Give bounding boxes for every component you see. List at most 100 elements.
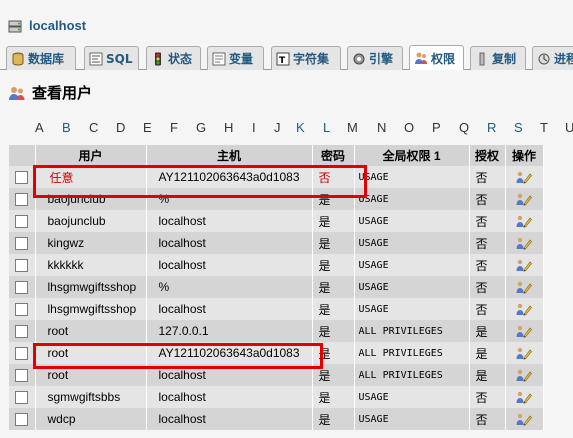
row-select-cell: [9, 386, 36, 408]
edit-privileges-icon[interactable]: [516, 214, 532, 228]
tab-charsets[interactable]: T 字符集: [271, 46, 341, 70]
edit-privileges-icon[interactable]: [516, 346, 532, 360]
action-cell: [505, 232, 544, 254]
host-cell: localhost: [146, 298, 313, 320]
row-checkbox[interactable]: [15, 325, 29, 339]
tab-variables[interactable]: 变量: [207, 46, 264, 70]
action-cell: [505, 210, 544, 232]
tab-processes[interactable]: 进程: [532, 46, 573, 70]
server-icon: [8, 20, 22, 33]
svg-text:T: T: [279, 56, 286, 66]
letter-b-link[interactable]: B: [62, 120, 71, 135]
password-cell: 是: [312, 298, 355, 320]
host-cell: localhost: [146, 232, 313, 254]
edit-privileges-icon[interactable]: [516, 302, 532, 316]
grant-cell: 是: [469, 342, 506, 364]
letter-i: I: [252, 120, 256, 135]
top-tabs: 数据库 SQL 状态 变量 T 字符集 引擎 权限 复制 进程: [0, 44, 573, 70]
user-cell: kingwz: [35, 232, 147, 254]
letter-p: P: [432, 120, 441, 135]
letter-l-link[interactable]: L: [323, 120, 330, 135]
row-checkbox[interactable]: [15, 259, 29, 273]
edit-privileges-icon[interactable]: [516, 170, 532, 184]
edit-privileges-icon[interactable]: [516, 368, 532, 382]
grant-cell: 否: [469, 298, 506, 320]
letter-k-link[interactable]: K: [296, 120, 305, 135]
grant-cell: 否: [469, 386, 506, 408]
row-select-cell: [9, 210, 36, 232]
edit-privileges-icon[interactable]: [516, 236, 532, 250]
action-cell: [505, 364, 544, 386]
row-checkbox[interactable]: [15, 303, 29, 317]
row-checkbox[interactable]: [15, 215, 29, 229]
table-row: baojunclub localhost 是 USAGE 否: [9, 210, 544, 232]
row-select-cell: [9, 408, 36, 430]
tab-sql[interactable]: SQL: [84, 46, 139, 70]
tab-status[interactable]: 状态: [146, 46, 201, 70]
table-row: root AY121102063643a0d1083 是 ALL PRIVILEGES…: [9, 342, 544, 364]
action-cell: [505, 408, 544, 430]
edit-privileges-icon[interactable]: [516, 412, 532, 426]
grant-cell: 否: [469, 232, 506, 254]
user-cell: baojunclub: [35, 188, 147, 210]
table-row: kkkkkk localhost 是 USAGE 否: [9, 254, 544, 276]
action-cell: [505, 188, 544, 210]
user-cell: root: [35, 342, 147, 364]
tab-engines[interactable]: 引擎: [347, 46, 403, 70]
letter-u: U: [565, 120, 573, 135]
password-cell: 是: [312, 210, 355, 232]
row-checkbox[interactable]: [15, 347, 29, 361]
host-cell: %: [146, 276, 313, 298]
action-cell: [505, 386, 544, 408]
edit-privileges-icon[interactable]: [516, 258, 532, 272]
edit-privileges-icon[interactable]: [516, 192, 532, 206]
host-cell: AY121102063643a0d1083: [146, 166, 313, 188]
tab-replication[interactable]: 复制: [470, 46, 526, 70]
row-checkbox[interactable]: [15, 281, 29, 295]
password-cell: 是: [312, 276, 355, 298]
grant-cell: 否: [469, 276, 506, 298]
table-row: lhsgmwgiftsshop localhost 是 USAGE 否: [9, 298, 544, 320]
edit-privileges-icon[interactable]: [516, 280, 532, 294]
letter-c: C: [89, 120, 99, 135]
user-cell: 任意: [35, 166, 147, 188]
row-checkbox[interactable]: [15, 391, 29, 405]
action-cell: [505, 276, 544, 298]
global-privileges-cell: ALL PRIVILEGES: [354, 364, 470, 386]
col-select: [9, 145, 36, 166]
edit-privileges-icon[interactable]: [516, 324, 532, 338]
tab-privileges[interactable]: 权限: [409, 45, 464, 70]
initials-index: A B C D E F G H I J K L M N O P Q R S T …: [0, 120, 573, 138]
users-icon: [9, 86, 25, 100]
row-select-cell: [9, 232, 36, 254]
grant-cell: 否: [469, 188, 506, 210]
row-select-cell: [9, 166, 36, 188]
host-cell: localhost: [146, 254, 313, 276]
edit-privileges-icon[interactable]: [516, 390, 532, 404]
row-checkbox[interactable]: [15, 193, 29, 207]
user-cell: root: [35, 364, 147, 386]
tab-databases[interactable]: 数据库: [6, 46, 76, 70]
password-cell: 是: [312, 342, 355, 364]
user-cell: lhsgmwgiftsshop: [35, 276, 147, 298]
user-cell: sgmwgiftsbbs: [35, 386, 147, 408]
letter-d: D: [116, 120, 126, 135]
table-row: baojunclub% 是 USAGE 否: [9, 188, 544, 210]
row-checkbox[interactable]: [15, 237, 29, 251]
host-cell: localhost: [146, 386, 313, 408]
row-checkbox[interactable]: [15, 369, 29, 383]
server-name-link[interactable]: localhost: [29, 18, 86, 33]
action-cell: [505, 298, 544, 320]
letter-r-link[interactable]: R: [487, 120, 496, 135]
row-select-cell: [9, 188, 36, 210]
row-checkbox[interactable]: [15, 413, 29, 427]
user-cell: lhsgmwgiftsshop: [35, 298, 147, 320]
user-cell: root: [35, 320, 147, 342]
letter-s-link[interactable]: S: [514, 120, 523, 135]
host-cell: %: [146, 188, 313, 210]
row-checkbox[interactable]: [15, 171, 29, 185]
process-icon: [538, 53, 550, 64]
row-select-cell: [9, 276, 36, 298]
global-privileges-cell: USAGE: [354, 210, 470, 232]
database-icon: [12, 52, 24, 66]
